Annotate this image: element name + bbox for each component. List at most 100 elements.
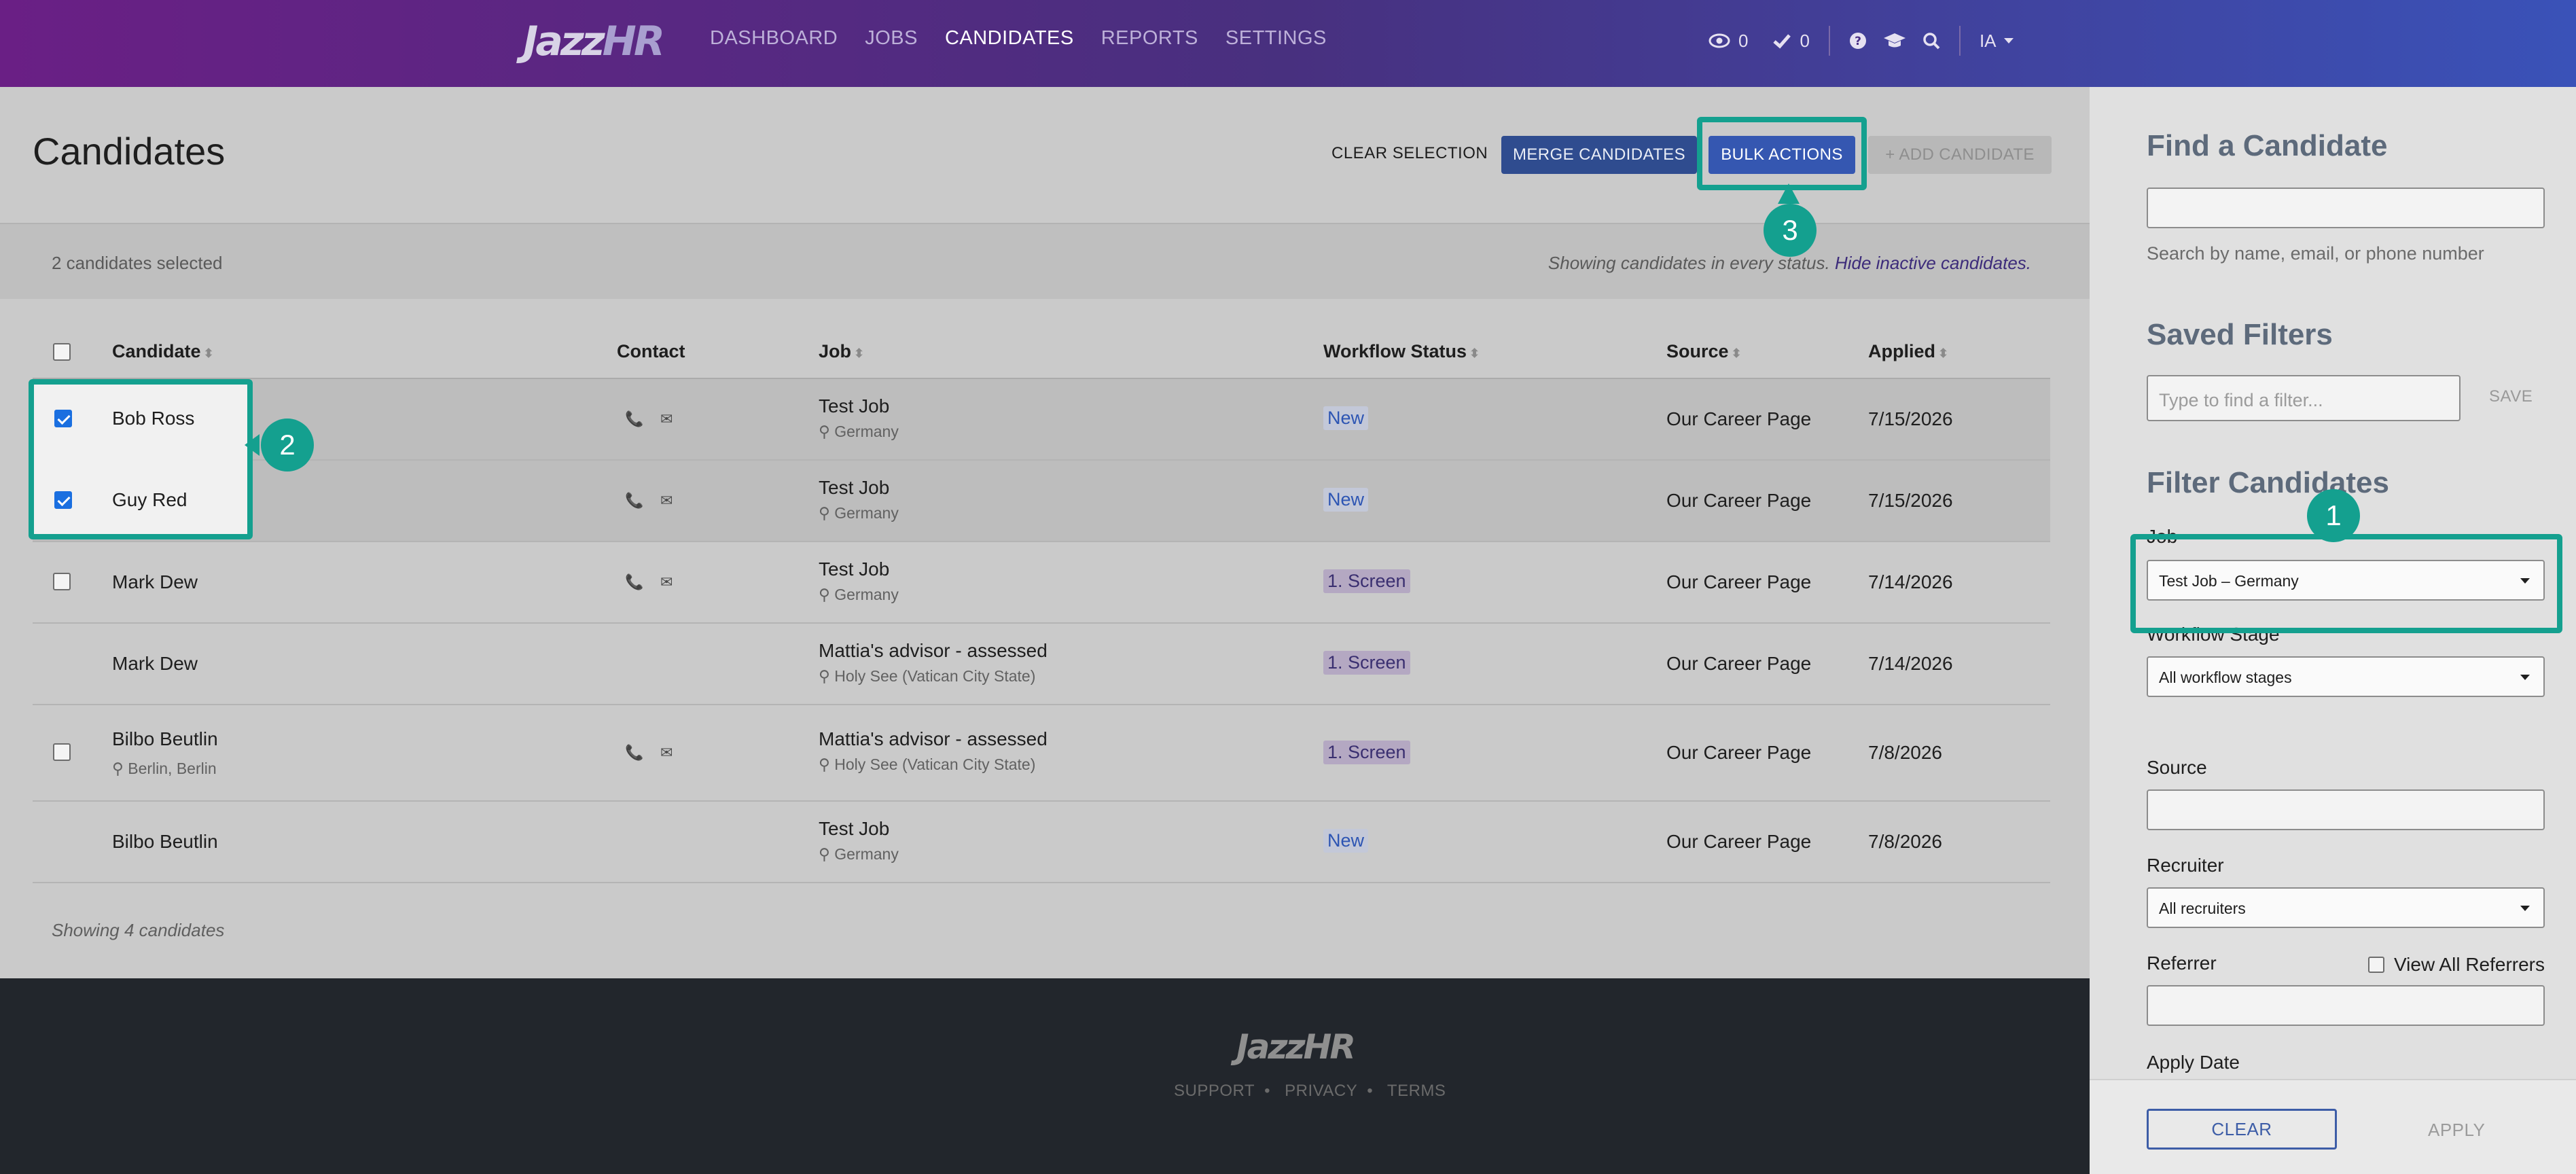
status-badge: New (1323, 406, 1369, 430)
mail-icon[interactable]: ✉ (660, 744, 673, 762)
status-badge: 1. Screen (1323, 741, 1410, 764)
candidates-table: Candidate ⬍ Contact Job ⬍ Workflow Status ⬍… (33, 325, 2050, 883)
phone-icon[interactable]: 📞 (625, 410, 643, 428)
nav-separator (1958, 26, 1961, 56)
job-title[interactable]: Test Job (819, 558, 889, 580)
save-filter-button[interactable]: SAVE (2489, 387, 2533, 406)
job-title[interactable]: Mattia's advisor - assessed (819, 640, 1048, 662)
mail-icon[interactable]: ✉ (660, 410, 673, 428)
table-row[interactable]: Mark Dew Mattia's advisor - assessed ⚲ H… (33, 624, 2050, 705)
filter-candidates-title: Filter Candidates (2147, 466, 2389, 499)
source-label: Source (2147, 757, 2207, 778)
eye-icon[interactable] (1709, 33, 1730, 48)
nav-separator (1828, 26, 1830, 56)
recruiter-select[interactable]: All recruiters (2147, 887, 2545, 928)
nav-settings[interactable]: SETTINGS (1226, 27, 1327, 50)
phone-icon[interactable]: 📞 (625, 573, 643, 591)
table-row[interactable]: Mark Dew 📞 ✉ Test Job ⚲ Germany 1. Scree… (33, 542, 2050, 624)
terms-link[interactable]: TERMS (1387, 1082, 1446, 1100)
user-menu[interactable]: IA (1980, 31, 2014, 52)
candidate-name[interactable]: Bob Ross (112, 408, 194, 429)
phone-icon[interactable]: 📞 (625, 492, 643, 510)
nav-jobs[interactable]: JOBS (865, 27, 918, 50)
caret-down-icon (2003, 38, 2014, 43)
support-link[interactable]: SUPPORT (1174, 1082, 1255, 1100)
job-location: ⚲ Germany (819, 504, 899, 522)
svg-text:?: ? (1855, 35, 1861, 48)
table-row[interactable]: Guy Red 📞 ✉ Test Job ⚲ Germany New Our C… (33, 461, 2050, 542)
col-workflow-status[interactable]: Workflow Status ⬍ (1323, 341, 1480, 362)
job-title[interactable]: Test Job (819, 477, 889, 499)
saved-filters-title: Saved Filters (2147, 318, 2333, 351)
hide-inactive-link[interactable]: Hide inactive candidates. (1835, 253, 2031, 273)
jazzhr-logo[interactable]: JazzHR (523, 18, 665, 65)
applied-date: 7/15/2026 (1868, 408, 1953, 429)
candidate-name[interactable]: Mark Dew (112, 653, 198, 675)
row-checkbox[interactable] (54, 491, 72, 509)
graduation-cap-icon[interactable] (1883, 32, 1906, 50)
table-row[interactable]: Bilbo Beutlin ⚲ Berlin, Berlin 📞 ✉ Matti… (33, 705, 2050, 802)
source: Our Career Page (1666, 742, 1812, 763)
view-all-referrers-checkbox[interactable] (2368, 957, 2384, 973)
find-candidate-help: Search by name, email, or phone number (2147, 243, 2484, 264)
select-all-checkbox[interactable] (53, 343, 71, 361)
help-icon[interactable]: ? (1849, 32, 1867, 50)
candidate-name[interactable]: Guy Red (112, 489, 187, 511)
applied-date: 7/8/2026 (1868, 742, 1942, 763)
job-title[interactable]: Test Job (819, 818, 889, 840)
source: Our Career Page (1666, 490, 1812, 511)
table-header: Candidate ⬍ Contact Job ⬍ Workflow Status ⬍… (33, 325, 2050, 379)
checks-count: 0 (1800, 30, 1810, 51)
phone-icon[interactable]: 📞 (625, 744, 643, 762)
status-badge: New (1323, 488, 1369, 512)
apply-date-label: Apply Date (2147, 1052, 2240, 1073)
callout-pointer (1778, 183, 1800, 204)
job-title[interactable]: Test Job (819, 395, 889, 417)
table-row[interactable]: Bilbo Beutlin Test Job ⚲ Germany New Our… (33, 802, 2050, 883)
saved-filter-input[interactable]: Type to find a filter... (2147, 375, 2461, 421)
source: Our Career Page (1666, 408, 1812, 429)
search-icon[interactable] (1922, 32, 1940, 50)
job-title[interactable]: Mattia's advisor - assessed (819, 728, 1048, 750)
source-input[interactable] (2147, 789, 2545, 830)
row-checkbox[interactable] (54, 410, 72, 427)
mail-icon[interactable]: ✉ (660, 573, 673, 591)
referrer-input[interactable] (2147, 985, 2545, 1026)
workflow-stage-select[interactable]: All workflow stages (2147, 656, 2545, 697)
selected-count: 2 candidates selected (52, 253, 223, 273)
row-checkbox[interactable] (53, 573, 71, 590)
clear-selection-button[interactable]: CLEAR SELECTION (1331, 144, 1488, 163)
col-contact: Contact (617, 341, 685, 361)
apply-filters-button[interactable]: APPLY (2428, 1120, 2485, 1141)
main-nav-links: DASHBOARD JOBS CANDIDATES REPORTS SETTIN… (710, 27, 1354, 50)
job-location: ⚲ Germany (819, 845, 899, 863)
col-job[interactable]: Job ⬍ (819, 341, 864, 362)
col-source[interactable]: Source ⬍ (1666, 341, 1742, 362)
views-count: 0 (1738, 30, 1749, 51)
candidate-name[interactable]: Bilbo Beutlin (112, 831, 218, 853)
callout-marker-2: 2 (261, 419, 314, 472)
row-checkbox[interactable] (53, 743, 71, 761)
find-candidate-title: Find a Candidate (2147, 129, 2388, 162)
location-pin-icon: ⚲ (819, 667, 830, 685)
find-candidate-input[interactable] (2147, 188, 2545, 228)
table-row[interactable]: Bob Ross 📞 ✉ Test Job ⚲ Germany New Our … (33, 379, 2050, 461)
check-icon[interactable] (1772, 33, 1791, 49)
clear-filters-button[interactable]: CLEAR (2147, 1109, 2337, 1150)
nav-reports[interactable]: REPORTS (1101, 27, 1198, 50)
nav-candidates[interactable]: CANDIDATES (945, 27, 1074, 50)
merge-candidates-button[interactable]: MERGE CANDIDATES (1501, 136, 1697, 174)
add-candidate-button[interactable]: + ADD CANDIDATE (1868, 136, 2052, 174)
status-badge: New (1323, 829, 1369, 853)
status-badge: 1. Screen (1323, 651, 1410, 675)
nav-dashboard[interactable]: DASHBOARD (710, 27, 838, 50)
candidate-name[interactable]: Bilbo Beutlin (112, 728, 218, 750)
view-all-referrers[interactable]: View All Referrers (2368, 954, 2545, 976)
mail-icon[interactable]: ✉ (660, 492, 673, 510)
privacy-link[interactable]: PRIVACY (1285, 1082, 1357, 1100)
candidate-name[interactable]: Mark Dew (112, 571, 198, 593)
col-applied[interactable]: Applied ⬍ (1868, 341, 1948, 362)
col-candidate[interactable]: Candidate ⬍ (112, 341, 214, 362)
page-title: Candidates (33, 130, 226, 173)
applied-date: 7/8/2026 (1868, 831, 1942, 852)
